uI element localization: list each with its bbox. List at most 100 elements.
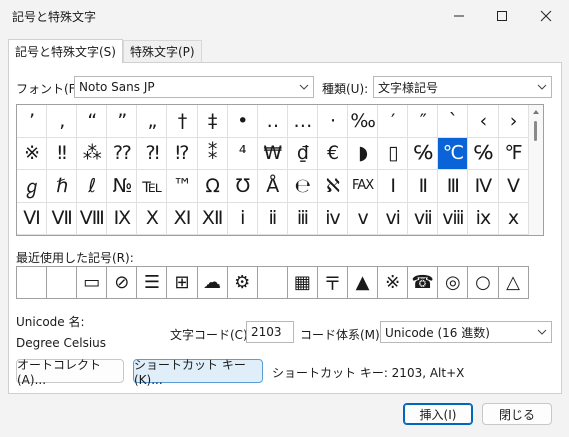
recent-symbol-cell[interactable] xyxy=(17,267,48,298)
symbol-cell[interactable]: ‡ xyxy=(197,105,228,138)
symbol-grid[interactable]: ’ ‚ “” „ † ‡ • ‥… · ‰ ′ ″ ` ‹ › ※ ‼ ⁂ ⁇ ⁈ ⁉ ⁑ ⁴ ₩ ₫ € ◗ ▯ ℅ ℃ ℅ ℉ ℊ ℏ ℓ № ℡ ™… xyxy=(16,104,544,236)
symbol-cell[interactable]: ⅸ xyxy=(468,202,499,235)
recent-symbol-cell[interactable]: ⚙ xyxy=(228,267,258,298)
close-button[interactable]: 閉じる xyxy=(482,403,552,425)
symbol-cell[interactable]: ⅲ xyxy=(287,202,318,235)
symbol-cell[interactable]: Ω xyxy=(197,170,228,203)
recent-symbol-cell[interactable]: ※ xyxy=(378,267,409,298)
symbol-cell[interactable]: € xyxy=(317,137,349,170)
symbol-cell[interactable]: Ⅵ xyxy=(17,202,48,235)
char-code-input[interactable]: 2103 xyxy=(246,321,294,343)
symbol-cell[interactable]: № xyxy=(107,170,138,203)
symbol-cell[interactable]: ℏ xyxy=(47,170,78,203)
symbol-cell[interactable]: ’ xyxy=(17,105,48,138)
symbol-cell[interactable]: ⁂ xyxy=(77,137,108,170)
symbol-cell[interactable]: ℉ xyxy=(498,137,529,170)
symbol-cell[interactable]: ℅ xyxy=(408,137,439,170)
symbol-cell[interactable]: ₩ xyxy=(257,137,288,170)
symbol-cell[interactable]: ‼ xyxy=(47,137,78,170)
symbol-cell[interactable]: ⅰ xyxy=(227,202,258,235)
symbol-cell[interactable]: ℡ xyxy=(137,170,168,203)
symbol-cell[interactable]: ⅱ xyxy=(257,202,288,235)
symbol-cell[interactable]: ‰ xyxy=(348,105,379,138)
symbol-cell[interactable]: ‥ xyxy=(257,105,288,138)
symbol-cell[interactable]: ▯ xyxy=(378,137,409,170)
symbol-cell[interactable]: † xyxy=(167,105,198,138)
symbol-cell[interactable]: ™ xyxy=(167,170,198,203)
symbol-cell[interactable]: Å xyxy=(257,170,288,203)
symbol-cell[interactable]: ℵ xyxy=(317,170,349,203)
symbol-cell[interactable]: Ⅰ xyxy=(378,170,409,203)
recent-symbol-cell[interactable]: ⊞ xyxy=(167,267,198,298)
tab-special-characters[interactable]: 特殊文字(P) xyxy=(123,40,202,62)
symbol-cell[interactable]: Ⅴ xyxy=(498,170,529,203)
symbol-cell[interactable]: Ⅱ xyxy=(408,170,439,203)
symbol-cell[interactable]: ⁉ xyxy=(167,137,198,170)
recent-symbol-cell[interactable]: ⊘ xyxy=(107,267,138,298)
insert-button[interactable]: 挿入(I) xyxy=(403,403,473,425)
symbol-cell[interactable]: ⁑ xyxy=(197,137,228,170)
tab-symbols[interactable]: 記号と特殊文字(S) xyxy=(8,39,123,63)
recent-symbol-cell[interactable]: △ xyxy=(499,267,529,298)
symbol-cell[interactable]: ⁴ xyxy=(227,137,258,170)
symbol-cell[interactable]: FAX xyxy=(348,170,379,203)
scroll-thumb[interactable] xyxy=(534,121,537,141)
recent-symbol-cell[interactable] xyxy=(47,267,78,298)
symbol-cell[interactable]: “ xyxy=(77,105,108,138)
symbol-cell[interactable]: ℓ xyxy=(77,170,108,203)
symbol-cell[interactable]: Ⅶ xyxy=(47,202,78,235)
font-dropdown[interactable]: Noto Sans JP xyxy=(74,76,314,98)
maximize-button[interactable] xyxy=(480,0,524,31)
symbol-cell[interactable]: „ xyxy=(137,105,168,138)
symbol-cell[interactable]: … xyxy=(287,105,318,138)
symbol-cell[interactable]: ⁈ xyxy=(137,137,168,170)
symbol-cell[interactable]: Ⅲ xyxy=(438,170,469,203)
symbol-cell[interactable]: ⅹ xyxy=(498,202,529,235)
symbol-cell[interactable]: ` xyxy=(438,105,469,138)
symbol-cell[interactable]: · xyxy=(317,105,349,138)
symbol-cell[interactable]: ◗ xyxy=(348,137,379,170)
symbol-cell[interactable]: ” xyxy=(107,105,138,138)
symbol-cell[interactable]: ⅴ xyxy=(348,202,379,235)
symbol-cell[interactable]: ″ xyxy=(408,105,439,138)
symbol-cell[interactable]: ℊ xyxy=(17,170,48,203)
symbol-cell[interactable]: ⅶ xyxy=(408,202,439,235)
symbol-cell[interactable]: ₫ xyxy=(287,137,318,170)
recent-symbol-cell[interactable]: ☰ xyxy=(137,267,168,298)
symbol-cell[interactable]: Ⅹ xyxy=(137,202,168,235)
symbol-cell[interactable]: ℃ xyxy=(438,137,469,170)
symbol-cell[interactable]: • xyxy=(227,105,258,138)
recent-symbol-cell[interactable]: ▭ xyxy=(77,267,108,298)
symbol-cell[interactable]: Ⅻ xyxy=(197,202,228,235)
recent-symbol-cell[interactable]: ○ xyxy=(468,267,499,298)
symbol-cell[interactable]: ⅳ xyxy=(317,202,349,235)
symbol-cell[interactable]: Ⅳ xyxy=(468,170,499,203)
symbol-scrollbar[interactable] xyxy=(529,105,543,235)
recent-symbol-cell[interactable]: ☎ xyxy=(408,267,439,298)
symbol-cell[interactable]: ⁇ xyxy=(107,137,138,170)
symbol-cell[interactable]: Ⅸ xyxy=(107,202,138,235)
symbol-cell[interactable]: ℧ xyxy=(227,170,258,203)
shortcut-key-button[interactable]: ショートカット キー(K)... xyxy=(133,358,263,387)
recent-symbol-cell[interactable] xyxy=(258,267,288,298)
code-system-dropdown[interactable]: Unicode (16 進数) xyxy=(380,321,552,343)
minimize-button[interactable] xyxy=(437,0,481,31)
recent-symbol-cell[interactable]: 〒 xyxy=(318,267,349,298)
symbol-cell[interactable]: ‚ xyxy=(47,105,78,138)
symbol-cell[interactable]: ※ xyxy=(17,137,48,170)
scroll-up-icon[interactable] xyxy=(529,107,543,117)
recent-symbol-cell[interactable]: ▲ xyxy=(348,267,379,298)
recent-symbol-cell[interactable]: ▦ xyxy=(288,267,318,298)
recent-symbol-cell[interactable]: ☁ xyxy=(198,267,228,298)
autocorrect-button[interactable]: オートコレクト(A)... xyxy=(16,358,124,387)
recent-symbols[interactable]: ▭ ⊘ ☰ ⊞ ☁ ⚙ ▦ 〒 ▲ ※ ☎ ◎ ○ △ xyxy=(16,266,529,299)
close-window-button[interactable] xyxy=(524,0,568,31)
symbol-cell[interactable]: ‹ xyxy=(468,105,499,138)
symbol-cell[interactable]: ⅵ xyxy=(378,202,409,235)
symbol-cell[interactable]: Ⅷ xyxy=(77,202,108,235)
subset-dropdown[interactable]: 文字様記号 xyxy=(373,76,552,98)
symbol-cell[interactable]: ⅷ xyxy=(438,202,469,235)
symbol-cell[interactable]: ℅ xyxy=(468,137,499,170)
symbol-cell[interactable]: Ⅺ xyxy=(167,202,198,235)
symbol-cell[interactable]: ℮ xyxy=(287,170,318,203)
